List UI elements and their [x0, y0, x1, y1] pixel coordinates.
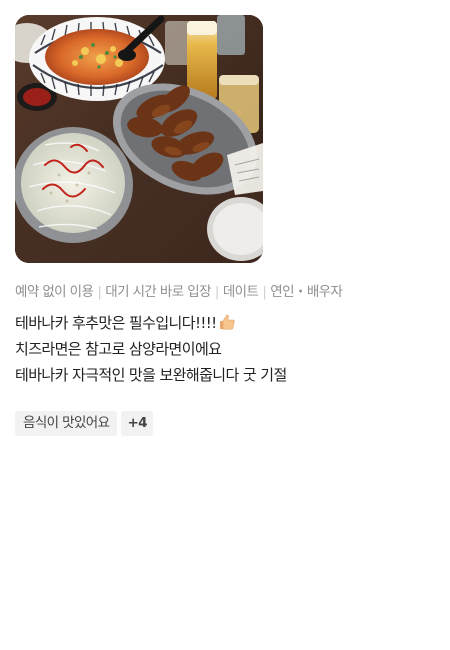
tag-companion: 연인・배우자	[270, 284, 343, 300]
keyword-chip-food[interactable]: 음식이 맛있어요	[15, 411, 118, 436]
review-line: 테바나카 자극적인 맛을 보완해줍니다 굿 기절	[15, 366, 287, 384]
tag-divider: |	[97, 284, 102, 300]
keyword-more-button[interactable]: +4	[121, 411, 153, 436]
tag-divider: |	[262, 284, 267, 300]
review-line: 테바나카 후추맛은 필수입니다!!!!	[15, 310, 435, 336]
tag-divider: |	[214, 284, 220, 300]
review-card: 예약 없이 이용 | 대기 시간 바로 입장 | 데이트 | 연인・배우자 테바나카 후추맛…	[0, 0, 450, 650]
visit-info-tags: 예약 없이 이용 | 대기 시간 바로 입장 | 데이트 | 연인・배우자	[15, 280, 343, 300]
review-line-text: 테바나카 후추맛은 필수입니다!!!!	[15, 314, 217, 332]
review-photo[interactable]	[15, 15, 263, 263]
tag-wait-time: 대기 시간 바로 입장	[105, 284, 211, 300]
food-photo-image	[15, 15, 263, 263]
keyword-chips: 음식이 맛있어요 +4	[15, 411, 153, 436]
thumbs-up-icon	[218, 313, 236, 331]
review-body[interactable]: 테바나카 후추맛은 필수입니다!!!! 치즈라면은 참고로 삼양라면이에요 테바…	[15, 310, 435, 388]
tag-purpose: 데이트	[222, 284, 259, 300]
review-line: 치즈라면은 참고로 삼양라면이에요	[15, 340, 222, 358]
tag-no-reservation: 예약 없이 이용	[15, 284, 94, 300]
